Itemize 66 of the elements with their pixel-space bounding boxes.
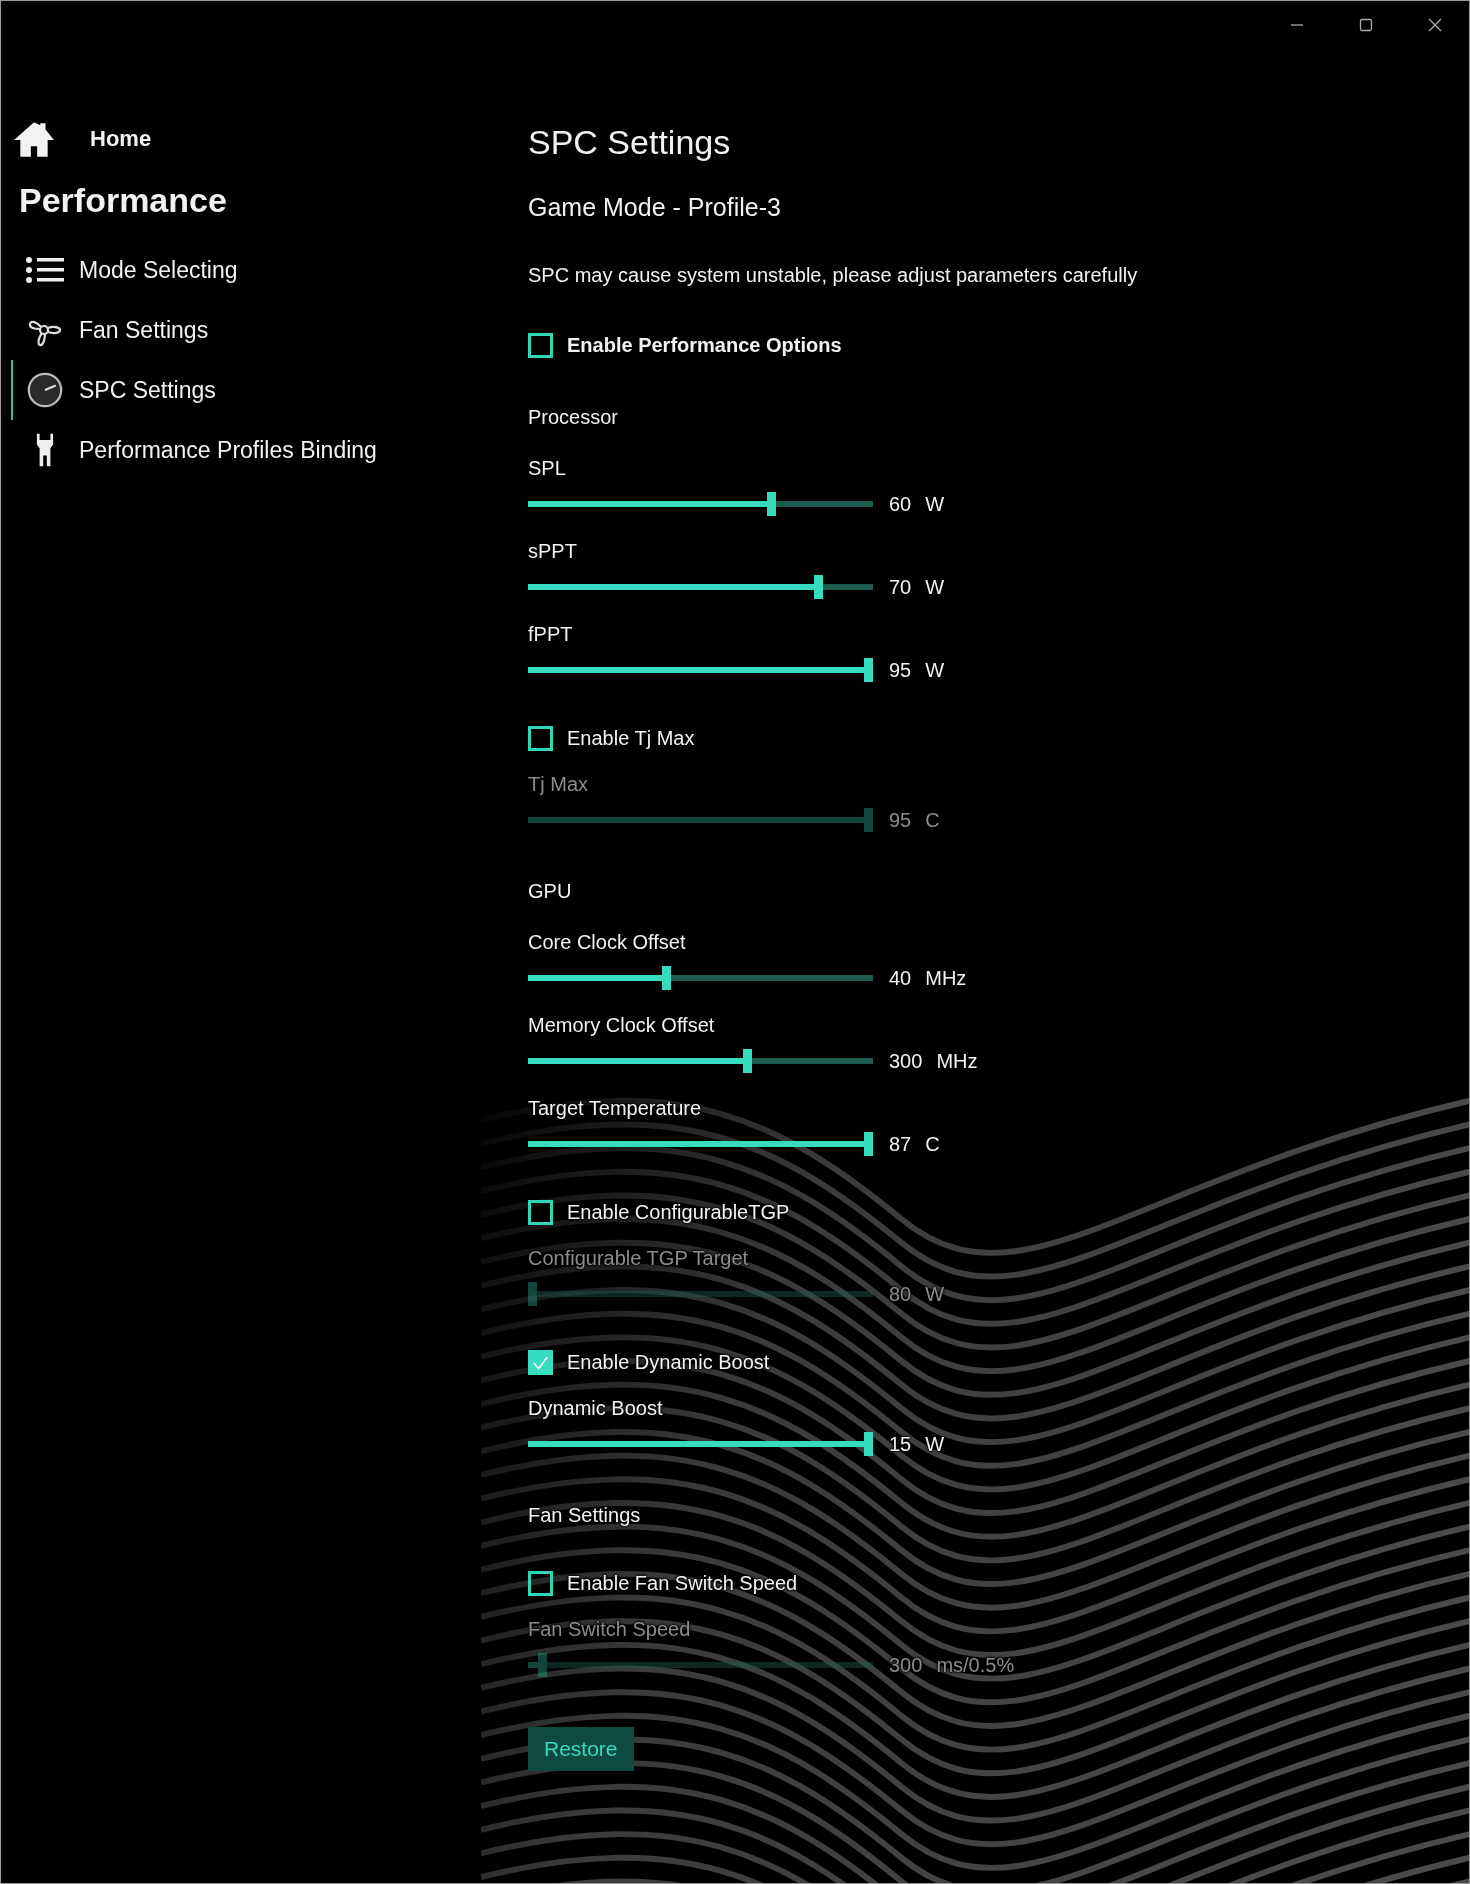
warning-text: SPC may cause system unstable, please adjust parameters carefully: [528, 264, 1138, 287]
home-icon: [13, 120, 55, 158]
slider-label: SPL: [528, 457, 567, 480]
unit-label: W: [925, 575, 945, 599]
slider-label: Memory Clock Offset: [528, 1014, 716, 1037]
slider-value: 300: [889, 1049, 923, 1073]
slider-value: 15: [889, 1432, 912, 1456]
maximize-icon: [1357, 17, 1374, 33]
unit-label: ms/0.5%: [936, 1653, 1015, 1677]
checkbox[interactable]: Enable Performance Options: [528, 333, 842, 358]
unchecked-box[interactable]: [528, 726, 553, 751]
slider-label: Core Clock Offset: [528, 931, 687, 954]
slider[interactable]: [528, 1653, 873, 1677]
group-heading: Processor: [528, 406, 619, 429]
page-title: SPC Settings: [528, 123, 731, 163]
unit-label: W: [925, 1432, 945, 1456]
slider-label: Tj Max: [528, 773, 589, 796]
unit-label: C: [925, 1132, 940, 1156]
slider-label: Dynamic Boost: [528, 1397, 664, 1420]
group-heading: GPU: [528, 880, 572, 903]
nav-item[interactable]: SPC Settings: [11, 360, 216, 420]
slider-value: 300: [889, 1653, 923, 1677]
slider-value: 60: [889, 492, 912, 516]
slider-label: fPPT: [528, 623, 574, 646]
unit-label: W: [925, 492, 945, 516]
checkbox-label: Enable Performance Options: [567, 334, 842, 357]
minimize-icon: [1290, 24, 1303, 26]
unit-label: W: [925, 658, 945, 682]
slider-value: 80: [889, 1282, 912, 1306]
checkbox-label: Enable Dynamic Boost: [567, 1351, 770, 1374]
slider-value: 70: [889, 575, 912, 599]
slider-value: 95: [889, 808, 912, 832]
group-heading: Fan Settings: [528, 1504, 641, 1527]
slider-value: 40: [889, 966, 912, 990]
unchecked-box[interactable]: [528, 333, 553, 358]
checkbox-label: Enable Fan Switch Speed: [567, 1572, 798, 1595]
checkbox-label: Enable Tj Max: [567, 727, 695, 750]
nav-item[interactable]: Fan Settings: [11, 300, 209, 360]
checkbox[interactable]: Enable Tj Max: [528, 726, 695, 751]
slider-label: Configurable TGP Target: [528, 1247, 750, 1270]
unit-label: MHz: [925, 966, 967, 990]
slider[interactable]: [528, 1432, 873, 1456]
nav-item[interactable]: Performance Profiles Binding: [11, 420, 377, 480]
unit-label: W: [925, 1282, 945, 1306]
restore-button[interactable]: Restore: [528, 1727, 634, 1771]
checkbox[interactable]: Enable ConfigurableTGP: [528, 1200, 790, 1225]
checkbox-label: Enable ConfigurableTGP: [567, 1201, 790, 1224]
checkbox[interactable]: Enable Dynamic Boost: [528, 1350, 770, 1375]
unit-label: MHz: [936, 1049, 978, 1073]
slider-value: 95: [889, 658, 912, 682]
profile-subtitle: Game Mode - Profile-3: [528, 193, 781, 222]
home-link[interactable]: Home: [1, 119, 152, 159]
nav-item[interactable]: Mode Selecting: [11, 240, 238, 300]
checkbox[interactable]: Enable Fan Switch Speed: [528, 1571, 798, 1596]
slider-value: 87: [889, 1132, 912, 1156]
slider[interactable]: [528, 1132, 873, 1156]
slider-label: Fan Switch Speed: [528, 1618, 692, 1641]
unit-label: C: [925, 808, 940, 832]
section-heading: Performance: [19, 181, 227, 220]
slider-label: sPPT: [528, 540, 578, 563]
close-icon: [1426, 17, 1443, 33]
unchecked-box[interactable]: [528, 1571, 553, 1596]
checked-box[interactable]: [528, 1350, 553, 1375]
slider-label: Target Temperature: [528, 1097, 703, 1120]
gauge-icon: [25, 372, 65, 408]
unchecked-box[interactable]: [528, 1200, 553, 1225]
